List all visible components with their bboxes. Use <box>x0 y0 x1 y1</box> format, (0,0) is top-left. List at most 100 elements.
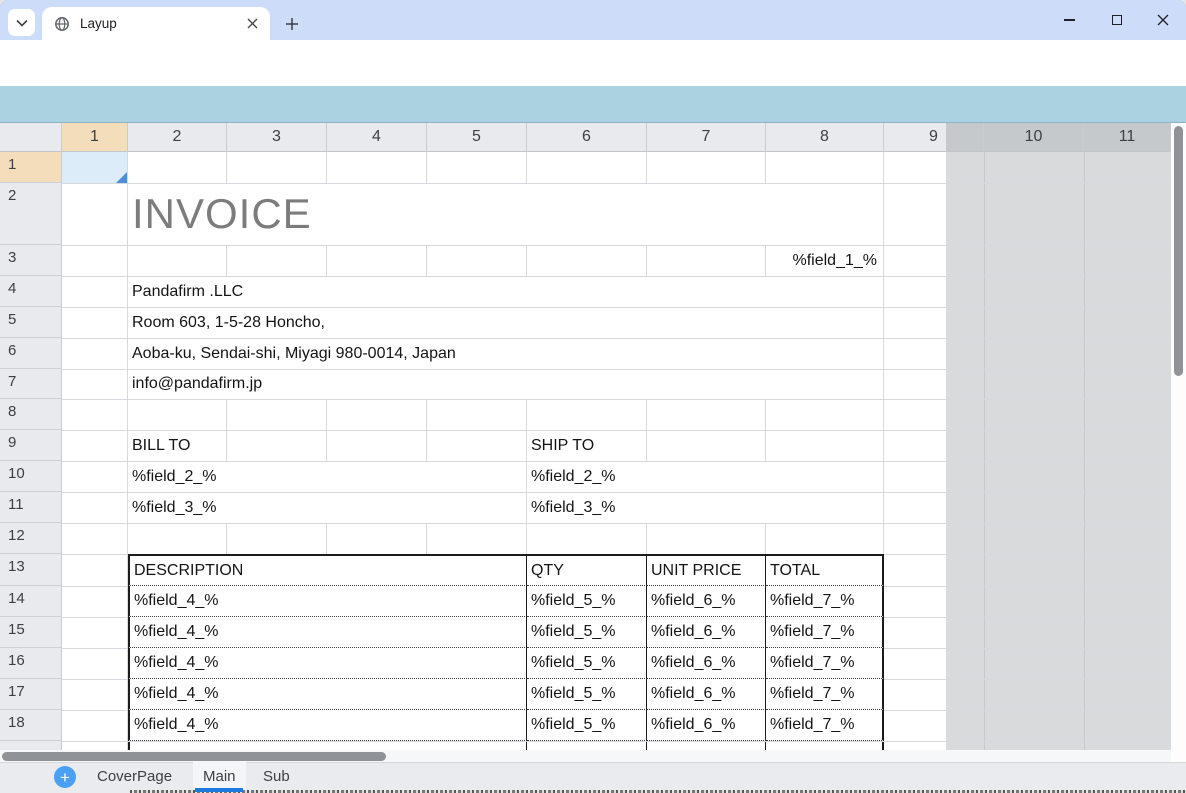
cell-r12-c7[interactable] <box>647 523 766 554</box>
horizontal-scrollbar[interactable] <box>0 750 1171 762</box>
cell-r12-c8[interactable] <box>766 523 884 554</box>
cell-r4-c1[interactable] <box>62 276 128 307</box>
cell-r3-c7[interactable] <box>647 245 766 276</box>
cell-r3-c6[interactable] <box>527 245 647 276</box>
vertical-scrollbar-thumb[interactable] <box>1173 126 1183 376</box>
tab-search-button[interactable] <box>8 9 35 36</box>
cell-r18-c6[interactable]: %field_5_% <box>527 710 647 741</box>
cell-r18-c7[interactable]: %field_6_% <box>647 710 766 741</box>
cell-r8-c3[interactable] <box>227 399 327 430</box>
cell-r15-c6[interactable]: %field_5_% <box>527 617 647 648</box>
corner-cell[interactable] <box>0 123 62 152</box>
tab-close-icon[interactable] <box>247 18 258 29</box>
row-header-11[interactable]: 11 <box>0 492 62 523</box>
cell-r10-c6[interactable]: %field_2_% <box>527 461 884 492</box>
cell-r16-c7[interactable]: %field_6_% <box>647 648 766 679</box>
vertical-scrollbar[interactable] <box>1171 123 1186 762</box>
column-header-10[interactable]: 10 <box>984 123 1084 152</box>
cell-r11-c1[interactable] <box>62 492 128 523</box>
sheet-tab-main[interactable]: Main <box>193 762 246 791</box>
cell-r13-c6[interactable]: QTY <box>527 554 647 586</box>
row-header-14[interactable]: 14 <box>0 586 62 617</box>
cell-r3-c5[interactable] <box>427 245 527 276</box>
cell-r16-c6[interactable]: %field_5_% <box>527 648 647 679</box>
column-header-8[interactable]: 8 <box>766 123 884 152</box>
cell-r8-c6[interactable] <box>527 399 647 430</box>
row-header-12[interactable]: 12 <box>0 523 62 554</box>
cell-r9-c7[interactable] <box>647 430 766 461</box>
cell-r14-c6[interactable]: %field_5_% <box>527 586 647 617</box>
sheet-tab-coverpage[interactable]: CoverPage <box>87 762 182 791</box>
row-header-15[interactable]: 15 <box>0 617 62 648</box>
row-header-1[interactable]: 1 <box>0 152 62 183</box>
new-tab-button[interactable] <box>280 12 304 36</box>
cell-r1-c2[interactable] <box>128 152 227 183</box>
cell-r2-c2[interactable]: INVOICE <box>128 183 884 245</box>
cell-r13-c1[interactable] <box>62 554 128 586</box>
cell-r17-c6[interactable]: %field_5_% <box>527 679 647 710</box>
cell-r16-c1[interactable] <box>62 648 128 679</box>
cell-r11-c2[interactable]: %field_3_% <box>128 492 527 523</box>
row-header-10[interactable]: 10 <box>0 461 62 492</box>
cell-r2-c1[interactable] <box>62 183 128 245</box>
cell-r7-c2[interactable]: info@pandafirm.jp <box>128 369 884 399</box>
cell-r14-c2[interactable]: %field_4_% <box>128 586 527 617</box>
column-header-4[interactable]: 4 <box>327 123 427 152</box>
column-header-6[interactable]: 6 <box>527 123 647 152</box>
cell-r9-c3[interactable] <box>227 430 327 461</box>
cell-r1-c5[interactable] <box>427 152 527 183</box>
row-header-16[interactable]: 16 <box>0 648 62 679</box>
cell-r17-c8[interactable]: %field_7_% <box>766 679 884 710</box>
column-header-9[interactable]: 9 <box>884 123 984 152</box>
cell-r18-c1[interactable] <box>62 710 128 741</box>
cell-r12-c1[interactable] <box>62 523 128 554</box>
minimize-button[interactable] <box>1046 0 1092 40</box>
row-header-7[interactable]: 7 <box>0 369 62 399</box>
cell-r15-c2[interactable]: %field_4_% <box>128 617 527 648</box>
column-header-3[interactable]: 3 <box>227 123 327 152</box>
fill-handle[interactable] <box>116 172 127 183</box>
cell-r8-c1[interactable] <box>62 399 128 430</box>
cell-r4-c2[interactable]: Pandafirm .LLC <box>128 276 884 307</box>
cell-r8-c8[interactable] <box>766 399 884 430</box>
sheet-tab-sub[interactable]: Sub <box>253 762 300 791</box>
cell-r1-c6[interactable] <box>527 152 647 183</box>
cell-r12-c3[interactable] <box>227 523 327 554</box>
cell-r12-c6[interactable] <box>527 523 647 554</box>
cell-r12-c4[interactable] <box>327 523 427 554</box>
cell-r17-c7[interactable]: %field_6_% <box>647 679 766 710</box>
row-header-8[interactable]: 8 <box>0 399 62 430</box>
row-header-9[interactable]: 9 <box>0 430 62 461</box>
cell-r14-c7[interactable]: %field_6_% <box>647 586 766 617</box>
cell-r8-c5[interactable] <box>427 399 527 430</box>
cell-r3-c8[interactable]: %field_1_% <box>766 245 884 276</box>
add-sheet-button[interactable]: + <box>54 766 76 788</box>
cell-r11-c6[interactable]: %field_3_% <box>527 492 884 523</box>
cell-r12-c5[interactable] <box>427 523 527 554</box>
row-header-2[interactable]: 2 <box>0 183 62 245</box>
cell-r18-c2[interactable]: %field_4_% <box>128 710 527 741</box>
row-header-17[interactable]: 17 <box>0 679 62 710</box>
column-header-2[interactable]: 2 <box>128 123 227 152</box>
cell-r5-c2[interactable]: Room 603, 1-5-28 Honcho, <box>128 307 884 338</box>
cell-r16-c2[interactable]: %field_4_% <box>128 648 527 679</box>
cell-r9-c4[interactable] <box>327 430 427 461</box>
cell-r16-c8[interactable]: %field_7_% <box>766 648 884 679</box>
cell-r3-c2[interactable] <box>128 245 227 276</box>
column-header-5[interactable]: 5 <box>427 123 527 152</box>
cell-r17-c1[interactable] <box>62 679 128 710</box>
cell-r7-c1[interactable] <box>62 369 128 399</box>
row-header-6[interactable]: 6 <box>0 338 62 369</box>
column-header-11[interactable]: 11 <box>1084 123 1171 152</box>
cell-r10-c1[interactable] <box>62 461 128 492</box>
cell-r9-c5[interactable] <box>427 430 527 461</box>
cell-r17-c2[interactable]: %field_4_% <box>128 679 527 710</box>
cell-r8-c2[interactable] <box>128 399 227 430</box>
row-header-13[interactable]: 13 <box>0 554 62 586</box>
cell-r6-c1[interactable] <box>62 338 128 369</box>
cell-r15-c1[interactable] <box>62 617 128 648</box>
column-header-1[interactable]: 1 <box>62 123 128 152</box>
cell-r3-c3[interactable] <box>227 245 327 276</box>
browser-tab[interactable]: Layup <box>42 7 270 40</box>
close-window-button[interactable] <box>1140 0 1186 40</box>
